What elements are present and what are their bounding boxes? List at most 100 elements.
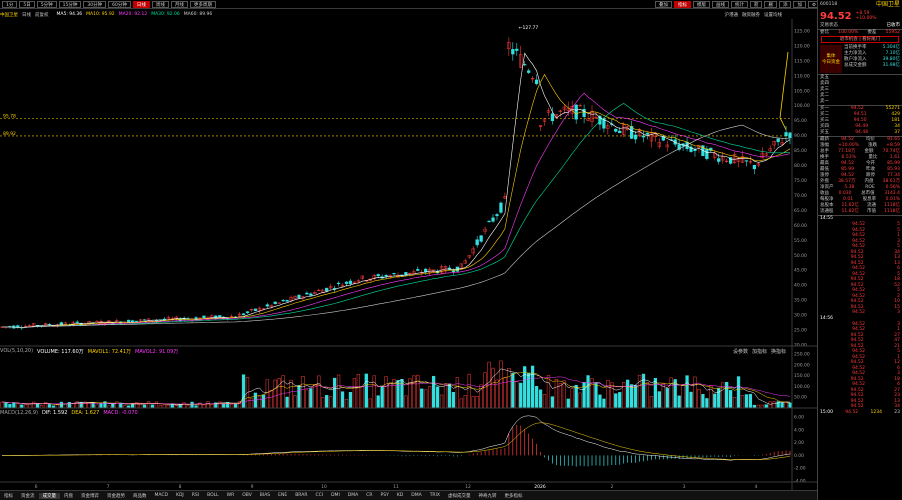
volume-bar: [574, 384, 578, 409]
volume-bar: [459, 398, 463, 409]
fund-badge[interactable]: 集体 今日资金: [820, 45, 842, 73]
indicator-tab[interactable]: PSY: [377, 493, 393, 498]
period-button[interactable]: 60分钟: [108, 0, 131, 8]
panel-link[interactable]: 设参数: [733, 348, 748, 355]
volume-bar: [59, 401, 64, 409]
panel-link[interactable]: 换指标: [771, 348, 786, 355]
tick-last-price: 94.52: [845, 409, 859, 415]
volume-bar: [344, 398, 349, 409]
volume-bar: [776, 401, 780, 409]
ad-banner[interactable]: 退市机会 | 看好尾门: [821, 36, 899, 43]
volume-bar: [388, 382, 392, 409]
candle-body: [574, 104, 578, 120]
indicator-tab[interactable]: 内盘: [60, 493, 77, 499]
indicator-tab[interactable]: ENE: [274, 493, 291, 498]
price-axis-label: 90.00: [794, 133, 807, 139]
volume-bar: [764, 404, 768, 409]
volume-bar: [768, 401, 772, 409]
volume-bar: [67, 402, 71, 409]
volume-bar: [261, 394, 265, 409]
volume-bar: [491, 367, 495, 409]
order-volume: 37: [894, 130, 900, 135]
indicator-tab[interactable]: CR: [362, 493, 376, 498]
info-link[interactable]: 融资融券: [742, 12, 760, 18]
indicator-tab[interactable]: 资金博弈: [77, 493, 103, 499]
indicator-tab[interactable]: RSI: [188, 493, 203, 498]
price-axis-label: 70.00: [794, 193, 807, 199]
volume-value: MAVOL1: 72.41万: [87, 348, 132, 355]
volume-bar: [412, 375, 416, 409]
volume-bar: [732, 396, 737, 409]
volume-bar: [542, 394, 547, 409]
toolbar-tool-button[interactable]: 删: [764, 1, 777, 8]
toolbar-tool-button[interactable]: 叠加: [654, 1, 672, 8]
indicator-tab[interactable]: 指标: [0, 493, 17, 499]
volume-bar: [693, 376, 697, 409]
indicator-tab[interactable]: BRAR: [291, 493, 311, 498]
volume-bar: [285, 396, 289, 409]
toolbar-tool-button[interactable]: 模版: [692, 1, 710, 8]
indicator-tab[interactable]: TRIX: [426, 493, 444, 498]
price-display: 94.52 +8.59 +10.00%: [818, 9, 902, 23]
indicator-tab[interactable]: OBV: [238, 493, 256, 498]
period-button[interactable]: 周线: [151, 0, 169, 8]
macd-axis-label: 2.00: [794, 440, 804, 446]
volume-bar: [321, 397, 325, 409]
candle-body: [305, 292, 309, 295]
toolbar-tool-button[interactable]: 画线: [711, 1, 729, 8]
indicator-tab[interactable]: 成交量: [38, 492, 60, 499]
volume-bar: [348, 392, 353, 409]
period-button[interactable]: 5分钟: [36, 0, 57, 8]
volume-bar: [523, 366, 527, 409]
volume-panel: 250.00 200.00 150.00 100.00 50.00: [0, 352, 810, 409]
volume-bar: [364, 373, 368, 409]
indicator-tab[interactable]: WR: [223, 493, 239, 498]
price-axis-label: 95.00: [794, 118, 807, 124]
period-button[interactable]: 15分钟: [58, 0, 82, 8]
indicator-tab[interactable]: MACD: [151, 493, 173, 498]
tick-last-time: 15:00: [820, 409, 833, 415]
volume-bar: [578, 392, 582, 409]
toolbar-tool-button[interactable]: 添: [778, 1, 792, 8]
macd-title: MACD(12,26,9): [0, 410, 38, 416]
info-link[interactable]: 沪港通: [725, 12, 739, 18]
toolbar-tool-button[interactable]: 加: [793, 1, 806, 8]
indicator-tab[interactable]: 资金流: [17, 493, 39, 499]
indicator-tab[interactable]: BIAS: [256, 493, 274, 498]
indicator-tab[interactable]: 神奇九转: [474, 493, 500, 499]
candle-body: [550, 113, 555, 121]
toolbar-tool-button[interactable]: 指标: [673, 1, 691, 8]
period-button[interactable]: 月线: [170, 0, 188, 8]
volume-bar: [115, 401, 119, 409]
tick-list[interactable]: 14:55 94.52 5 94.52 5 94.52 1 94.52 3 94.52 5 94.5…: [818, 215, 902, 416]
indicator-tab[interactable]: DMA: [344, 493, 362, 498]
kline-chart-area[interactable]: 125.00 120.00 115.00 110.00 105.00 100.00 95.0…: [0, 19, 817, 490]
volume-bar: [71, 403, 75, 409]
indicator-tab[interactable]: KD: [393, 493, 407, 498]
candle-body: [776, 138, 780, 143]
indicator-tab[interactable]: DMI: [327, 493, 344, 498]
info-link[interactable]: 设置均线: [764, 12, 782, 18]
indicator-tab[interactable]: KDJ: [172, 493, 188, 498]
indicator-tab[interactable]: 商品数: [129, 493, 151, 499]
volume-bar: [507, 368, 511, 409]
ma-value: MA60: 89.96: [183, 12, 213, 17]
indicator-tab[interactable]: 虚拟成交量: [444, 493, 475, 499]
period-button[interactable]: 5日: [19, 0, 35, 8]
volume-bar: [16, 403, 20, 409]
indicator-tab[interactable]: BOLL: [203, 493, 223, 498]
indicator-tab[interactable]: 资金趋势: [103, 493, 129, 499]
toolbar-tool-button[interactable]: 统计: [730, 1, 748, 8]
volume-value: MAVOL2: 91.09万: [135, 348, 179, 355]
indicator-tab[interactable]: 更多指标: [500, 493, 526, 499]
period-button[interactable]: 日线: [132, 0, 150, 8]
period-button[interactable]: 更多周期: [189, 0, 216, 8]
indicator-tab[interactable]: CCI: [311, 493, 327, 498]
candle-body: [534, 79, 539, 85]
toolbar-tool-button[interactable]: 箭: [749, 1, 763, 8]
panel-link[interactable]: 加指标: [752, 348, 767, 355]
indicator-tab[interactable]: DMA: [407, 493, 425, 498]
period-button[interactable]: 30分钟: [83, 0, 107, 8]
candle-body: [281, 300, 285, 302]
period-button[interactable]: 1分: [2, 0, 18, 8]
